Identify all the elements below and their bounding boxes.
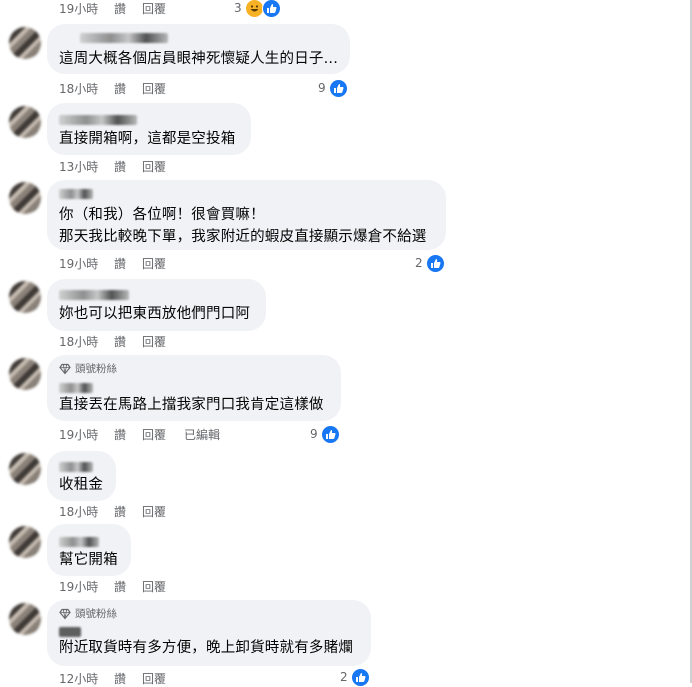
like-icon — [320, 424, 340, 444]
author-name[interactable] — [59, 383, 93, 393]
like-link[interactable]: 讚 — [114, 578, 142, 595]
top-fan-badge[interactable]: 頭號粉絲 — [59, 606, 117, 621]
comment-meta: 18小時 讚 回覆 — [59, 333, 184, 349]
comment-meta: 19小時 讚 回覆 — [59, 578, 184, 594]
comment-bubble: 妳也可以把東西放他們門口阿 — [47, 279, 266, 331]
avatar[interactable] — [9, 27, 41, 59]
badge-label: 頭號粉絲 — [75, 608, 117, 620]
comment-time[interactable]: 19小時 — [59, 255, 114, 272]
haha-icon — [244, 0, 264, 18]
top-fan-badge[interactable]: 頭號粉絲 — [59, 361, 117, 376]
comment-bubble: 頭號粉絲 直接丟在馬路上擋我家門口我肯定這樣做 — [47, 355, 341, 421]
comment-meta: 19小時 讚 回覆 — [59, 0, 184, 16]
avatar[interactable] — [9, 453, 41, 485]
reply-link[interactable]: 回覆 — [142, 0, 184, 17]
comment-bubble: 直接開箱啊，這都是空投箱 — [47, 103, 251, 155]
avatar[interactable] — [9, 526, 41, 558]
like-link[interactable]: 讚 — [114, 426, 142, 443]
comment-meta: 18小時 讚 回覆 — [59, 80, 184, 96]
avatar[interactable] — [9, 182, 41, 214]
reaction-count: 3 — [234, 1, 242, 15]
reaction-count: 9 — [310, 427, 318, 441]
diamond-icon — [59, 363, 71, 375]
comment-meta: 13小時 讚 回覆 — [59, 158, 184, 174]
diamond-icon — [59, 608, 71, 620]
reaction-summary[interactable]: 9 — [310, 424, 340, 444]
comment-bubble: 你（和我）各位啊！很會買嘛！ 那天我比較晚下單，我家附近的蝦皮直接顯示爆倉不給選 — [47, 180, 446, 250]
author-name[interactable] — [59, 537, 99, 547]
like-link[interactable]: 讚 — [114, 255, 142, 272]
like-icon — [350, 667, 370, 687]
reply-link[interactable]: 回覆 — [142, 333, 184, 350]
edited-label[interactable]: 已編輯 — [184, 426, 244, 443]
like-link[interactable]: 讚 — [114, 0, 142, 17]
comment-text-line: 那天我比較晚下單，我家附近的蝦皮直接顯示爆倉不給選 — [59, 229, 427, 245]
comment-meta: 12小時 讚 回覆 — [59, 670, 184, 686]
comment-text-line: 你（和我）各位啊！很會買嘛！ — [59, 207, 265, 223]
avatar[interactable] — [9, 106, 41, 138]
like-icon — [261, 0, 281, 18]
like-link[interactable]: 讚 — [114, 158, 142, 175]
reaction-summary[interactable]: 2 — [415, 253, 445, 273]
reply-link[interactable]: 回覆 — [142, 158, 184, 175]
comment-meta: 19小時 讚 回覆 — [59, 255, 184, 271]
comment-text: 妳也可以把東西放他們門口阿 — [59, 306, 251, 322]
author-name[interactable] — [59, 189, 93, 199]
comment-meta: 19小時 讚 回覆 已編輯 — [59, 426, 244, 442]
comment-meta: 18小時 讚 回覆 — [59, 503, 184, 519]
comment-time[interactable]: 18小時 — [59, 333, 114, 350]
author-name[interactable] — [59, 462, 93, 472]
like-link[interactable]: 讚 — [114, 503, 142, 520]
reaction-summary[interactable]: 9 — [318, 78, 348, 98]
reply-link[interactable]: 回覆 — [142, 670, 184, 687]
reaction-count: 9 — [318, 81, 326, 95]
comment-time[interactable]: 19小時 — [59, 426, 114, 443]
reaction-count: 2 — [340, 670, 348, 684]
reply-link[interactable]: 回覆 — [142, 255, 184, 272]
avatar[interactable] — [9, 603, 41, 635]
comment-text: 幫它開箱 — [59, 552, 118, 568]
reaction-summary[interactable]: 3 — [234, 0, 281, 18]
avatar[interactable] — [9, 358, 41, 390]
author-name[interactable] — [59, 627, 81, 637]
comment-bubble: 收租金 — [47, 451, 116, 501]
reply-link[interactable]: 回覆 — [142, 426, 184, 443]
avatar[interactable] — [9, 281, 41, 313]
comment-bubble: 這周大概各個店員眼神死懷疑人生的日子... — [47, 24, 350, 74]
like-link[interactable]: 讚 — [114, 333, 142, 350]
author-name[interactable] — [59, 290, 129, 300]
like-icon — [328, 78, 348, 98]
reply-link[interactable]: 回覆 — [142, 80, 184, 97]
comment-time[interactable]: 19小時 — [59, 0, 114, 17]
reply-link[interactable]: 回覆 — [142, 503, 184, 520]
comment-time[interactable]: 19小時 — [59, 578, 114, 595]
comment-text: 收租金 — [59, 477, 104, 493]
author-name[interactable] — [59, 115, 137, 125]
comment-text: 這周大概各個店員眼神死懷疑人生的日子... — [59, 51, 339, 67]
reply-link[interactable]: 回覆 — [142, 578, 184, 595]
like-link[interactable]: 讚 — [114, 670, 142, 687]
comment-time[interactable]: 13小時 — [59, 158, 114, 175]
author-name[interactable] — [80, 33, 168, 43]
reaction-summary[interactable]: 2 — [340, 667, 370, 687]
like-link[interactable]: 讚 — [114, 80, 142, 97]
reaction-count: 2 — [415, 256, 423, 270]
badge-label: 頭號粉絲 — [75, 363, 117, 375]
comment-time[interactable]: 18小時 — [59, 503, 114, 520]
comment-bubble: 頭號粉絲 附近取貨時有多方便，晚上卸貨時就有多賭爛 — [47, 600, 371, 666]
comment-time[interactable]: 18小時 — [59, 80, 114, 97]
comment-bubble: 幫它開箱 — [47, 524, 131, 576]
comment-time[interactable]: 12小時 — [59, 670, 114, 687]
comment-text: 直接開箱啊，這都是空投箱 — [59, 131, 236, 147]
like-icon — [425, 253, 445, 273]
